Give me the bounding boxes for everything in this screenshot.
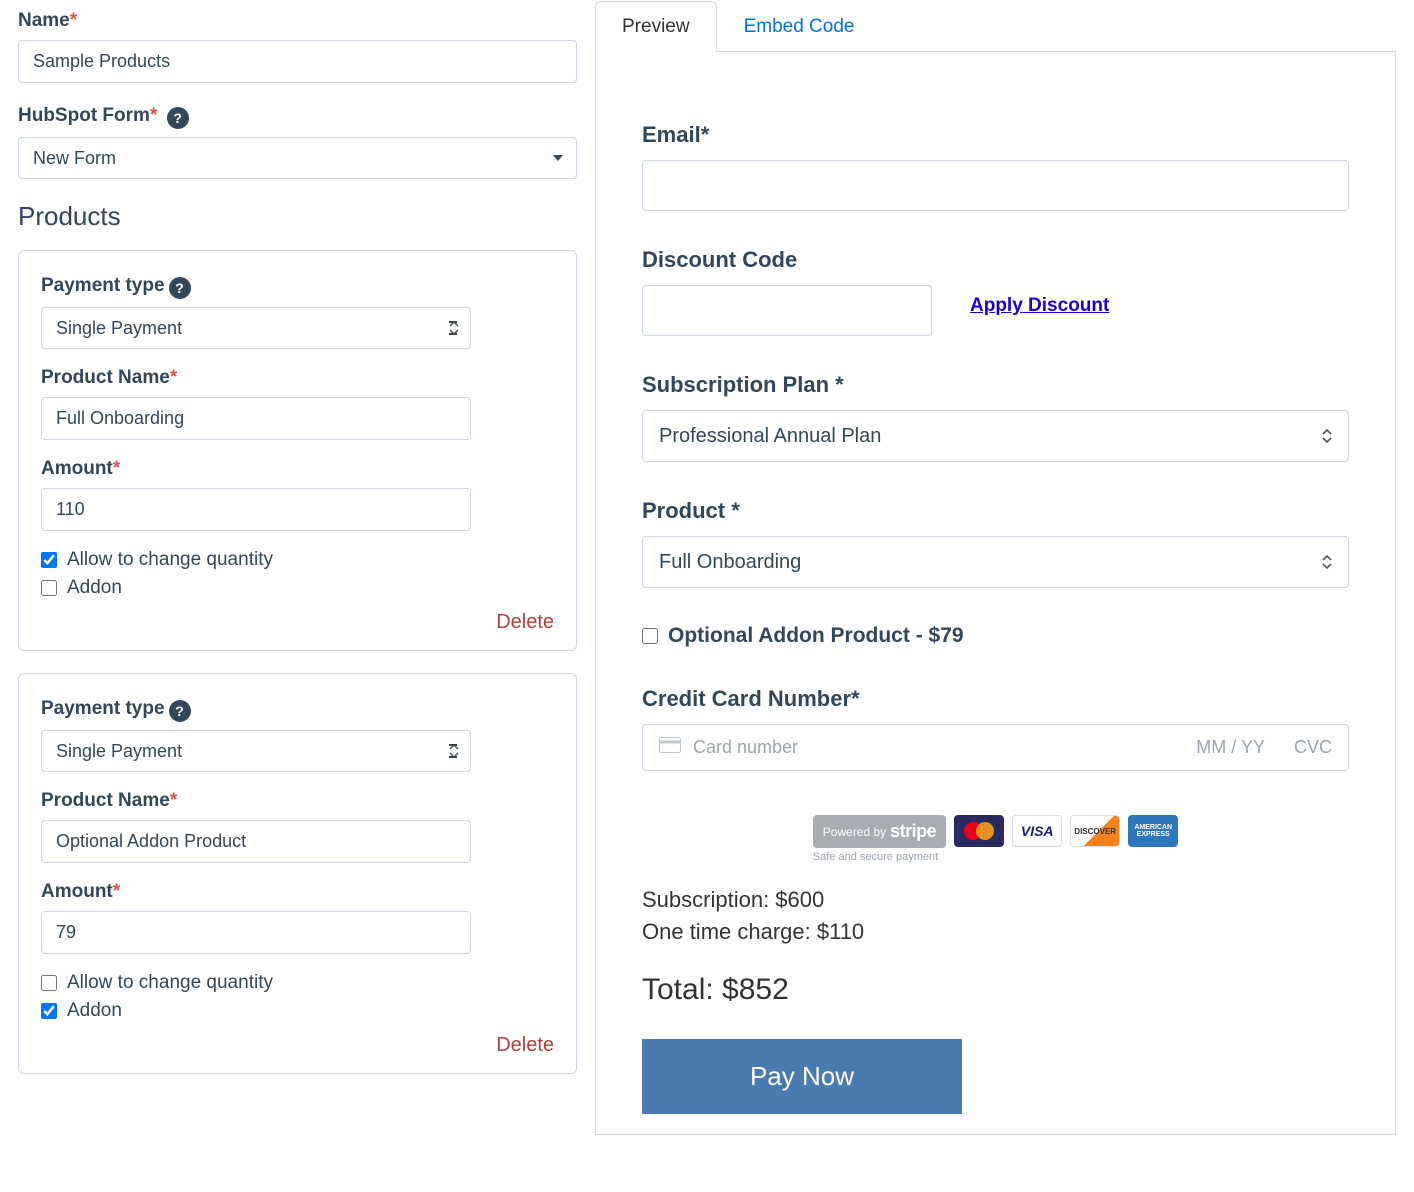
amex-icon: AMERICANEXPRESS xyxy=(1128,815,1178,847)
payment-type-label: Payment type? xyxy=(41,698,554,722)
pay-now-button[interactable]: Pay Now xyxy=(642,1039,962,1114)
card-icon xyxy=(659,737,681,758)
email-label: Email* xyxy=(642,122,1349,148)
card-placeholder: Card number xyxy=(693,737,798,758)
allow-quantity-checkbox-row[interactable]: Allow to change quantity xyxy=(41,549,554,571)
help-icon[interactable]: ? xyxy=(167,107,189,129)
name-label: Name* xyxy=(18,10,577,32)
tabs: Preview Embed Code xyxy=(595,0,1396,52)
payment-type-label: Payment type? xyxy=(41,275,554,299)
preview-pane: Email* Discount Code Apply Discount Subs… xyxy=(595,52,1396,1135)
help-icon[interactable]: ? xyxy=(169,277,191,299)
subscription-plan-select[interactable]: Professional Annual Plan xyxy=(642,410,1349,462)
help-icon[interactable]: ? xyxy=(169,700,191,722)
hubspot-form-label: HubSpot Form* ? xyxy=(18,105,577,129)
delete-button[interactable]: Delete xyxy=(41,611,554,634)
email-input[interactable] xyxy=(642,160,1349,211)
tab-embed-code[interactable]: Embed Code xyxy=(717,1,882,52)
addon-checkbox-row[interactable]: Addon xyxy=(41,577,554,599)
name-input[interactable] xyxy=(18,40,577,83)
product-name-input[interactable] xyxy=(41,820,471,863)
credit-card-label: Credit Card Number* xyxy=(642,686,1349,712)
products-heading: Products xyxy=(18,201,577,232)
addon-checkbox[interactable] xyxy=(41,1003,57,1019)
stripe-badge: Powered by stripe xyxy=(813,815,946,848)
product-card: Payment type? Single Payment Product Nam… xyxy=(18,673,577,1074)
mastercard-icon xyxy=(954,815,1004,847)
addon-checkbox-row[interactable]: Addon xyxy=(41,1000,554,1022)
discount-input[interactable] xyxy=(642,285,932,336)
amount-label: Amount* xyxy=(41,458,554,480)
total-summary: Total: $852 xyxy=(642,973,1349,1007)
card-cvc-placeholder: CVC xyxy=(1294,737,1332,758)
allow-quantity-checkbox[interactable] xyxy=(41,975,57,991)
addon-checkbox[interactable] xyxy=(41,580,57,596)
card-input[interactable]: Card number MM / YY CVC xyxy=(642,724,1349,771)
product-name-label: Product Name* xyxy=(41,790,554,812)
payment-badges: Powered by stripe Safe and secure paymen… xyxy=(642,815,1349,863)
product-name-label: Product Name* xyxy=(41,367,554,389)
hubspot-form-select[interactable]: New Form xyxy=(18,137,577,179)
amount-input[interactable] xyxy=(41,488,471,531)
tab-preview[interactable]: Preview xyxy=(595,1,717,52)
allow-quantity-checkbox[interactable] xyxy=(41,552,57,568)
subscription-plan-label: Subscription Plan * xyxy=(642,372,1349,398)
delete-button[interactable]: Delete xyxy=(41,1034,554,1057)
visa-icon: VISA xyxy=(1012,815,1062,847)
product-card: Payment type? Single Payment Product Nam… xyxy=(18,250,577,651)
discount-label: Discount Code xyxy=(642,247,1349,273)
discover-icon: DISCOVER xyxy=(1070,815,1120,847)
amount-input[interactable] xyxy=(41,911,471,954)
product-select[interactable]: Full Onboarding xyxy=(642,536,1349,588)
subscription-summary: Subscription: $600 xyxy=(642,887,1349,913)
stripe-safe-text: Safe and secure payment xyxy=(813,851,938,863)
apply-discount-link[interactable]: Apply Discount xyxy=(970,295,1109,317)
onetime-summary: One time charge: $110 xyxy=(642,919,1349,945)
amount-label: Amount* xyxy=(41,881,554,903)
product-label: Product * xyxy=(642,498,1349,524)
allow-quantity-checkbox-row[interactable]: Allow to change quantity xyxy=(41,972,554,994)
card-expiry-placeholder: MM / YY xyxy=(1196,737,1265,758)
payment-type-select[interactable]: Single Payment xyxy=(41,730,471,772)
product-name-input[interactable] xyxy=(41,397,471,440)
payment-type-select[interactable]: Single Payment xyxy=(41,307,471,349)
optional-addon-checkbox[interactable] xyxy=(642,628,658,644)
optional-addon-row[interactable]: Optional Addon Product - $79 xyxy=(642,624,1349,648)
